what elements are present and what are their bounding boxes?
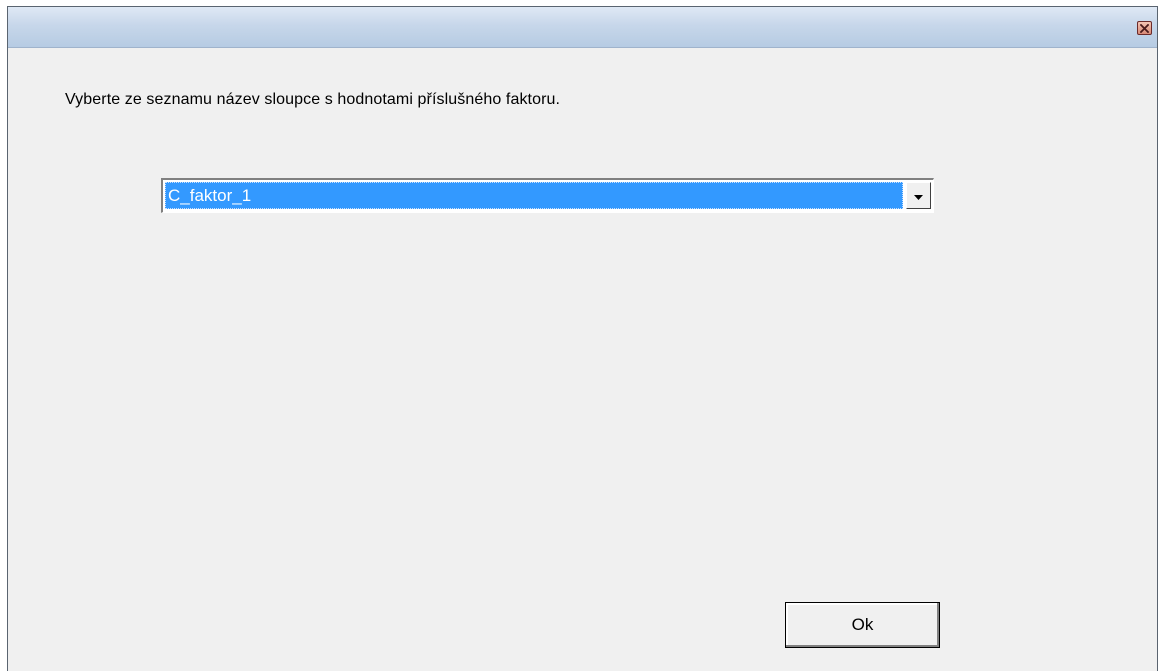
close-button[interactable] (1137, 21, 1152, 35)
column-select[interactable]: C_faktor_1 (161, 178, 934, 213)
title-bar[interactable] (8, 7, 1157, 48)
prompt-text: Vyberte ze seznamu název sloupce s hodno… (65, 91, 561, 108)
close-icon (1140, 23, 1149, 33)
column-select-value[interactable]: C_faktor_1 (165, 182, 903, 209)
dialog-window: Vyberte ze seznamu název sloupce s hodno… (7, 6, 1158, 671)
dropdown-arrow-icon (914, 187, 923, 205)
dialog-content: Vyberte ze seznamu název sloupce s hodno… (8, 48, 1157, 671)
dropdown-button[interactable] (906, 182, 931, 209)
ok-button[interactable]: Ok (785, 602, 940, 648)
